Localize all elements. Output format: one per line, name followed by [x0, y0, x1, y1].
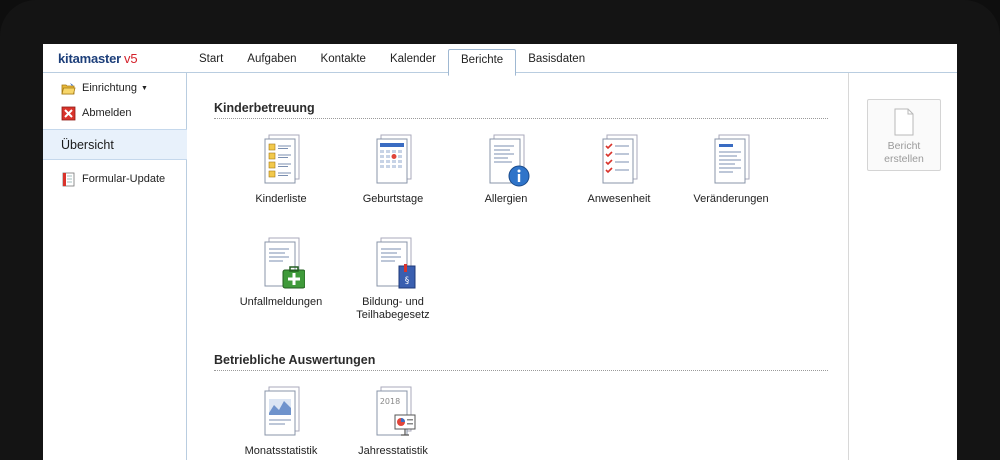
allergies-info-icon	[484, 133, 530, 189]
report-tile-kinderliste[interactable]: Kinderliste	[229, 133, 333, 223]
report-tile-allergien[interactable]: Allergien	[454, 133, 558, 223]
tab-aufgaben[interactable]: Aufgaben	[235, 44, 308, 71]
attendance-checklist-icon	[597, 133, 643, 189]
section-title-betrieb: Betriebliche Auswertungen	[214, 353, 376, 367]
svg-text:§: §	[405, 276, 410, 286]
report-label: Veränderungen	[693, 193, 769, 205]
report-label: Anwesenheit	[587, 193, 651, 205]
top-bar: kitamaster v5 Start Aufgaben Kontakte Kal…	[43, 44, 957, 76]
law-book-icon: §	[371, 236, 417, 292]
report-tile-anwesenheit[interactable]: Anwesenheit	[567, 133, 671, 223]
dropdown-caret-icon: ▼	[141, 84, 148, 92]
section-title-kinderbetreuung: Kinderbetreuung	[214, 101, 315, 115]
tab-basisdaten[interactable]: Basisdaten	[516, 44, 597, 71]
form-document-icon	[61, 172, 76, 187]
sidebar-item-setup[interactable]: Einrichtung ▼	[61, 79, 148, 97]
report-tile-unfallmeldungen[interactable]: Unfallmeldungen	[229, 236, 333, 326]
sidebar-item-logout[interactable]: Abmelden	[61, 104, 132, 122]
sidebar-overview-label: Übersicht	[61, 138, 114, 152]
report-label: Allergien	[484, 193, 528, 205]
tab-start[interactable]: Start	[187, 44, 235, 71]
app-window: kitamaster v5 Start Aufgaben Kontakte Kal…	[43, 44, 957, 460]
yearly-presentation-icon: 2018	[371, 385, 417, 441]
blank-document-icon	[894, 108, 914, 136]
report-label: Unfallmeldungen	[239, 296, 323, 308]
report-tile-geburtstage[interactable]: Geburtstage	[341, 133, 445, 223]
report-tile-monatsstatistik[interactable]: Monatsstatistik	[229, 385, 333, 460]
report-label: Jahresstatistik	[358, 445, 428, 457]
report-tile-veraenderungen[interactable]: Veränderungen	[679, 133, 783, 223]
reports-panel: Kinderbetreuung Kinderliste Geburtstage …	[187, 73, 848, 460]
children-list-icon	[259, 133, 305, 189]
main-tabs: Start Aufgaben Kontakte Kalender Bericht…	[187, 44, 597, 76]
app-logo: kitamaster v5	[58, 51, 138, 66]
report-label: Bildung- und Teilhabegesetz	[356, 296, 430, 321]
section-divider	[214, 118, 828, 119]
tab-kalender[interactable]: Kalender	[378, 44, 448, 71]
tab-berichte[interactable]: Berichte	[448, 49, 517, 76]
report-tile-jahresstatistik[interactable]: 2018 Jahresstatistik	[341, 385, 445, 460]
sidebar: Einrichtung ▼ Abmelden Übersicht Formula…	[43, 73, 187, 460]
section-divider	[214, 370, 828, 371]
sidebar-item-overview[interactable]: Übersicht	[43, 129, 187, 160]
report-label: Geburtstage	[362, 193, 424, 205]
changes-document-icon	[709, 133, 755, 189]
tab-kontakte[interactable]: Kontakte	[309, 44, 378, 71]
folder-open-icon	[61, 81, 76, 96]
first-aid-kit-icon	[259, 236, 306, 292]
svg-text:2018: 2018	[380, 397, 400, 406]
sidebar-form-update-label: Formular-Update	[82, 173, 166, 185]
create-report-button[interactable]: Bericht erstellen	[867, 99, 941, 171]
sidebar-logout-label: Abmelden	[82, 107, 132, 119]
report-label: Monatsstatistik	[244, 445, 318, 457]
sidebar-item-form-update[interactable]: Formular-Update	[61, 170, 165, 188]
create-report-label: Bericht erstellen	[884, 140, 924, 165]
birthdays-icon	[371, 133, 417, 189]
monthly-chart-icon	[259, 385, 305, 441]
report-tile-bildung-teilhabe[interactable]: § Bildung- und Teilhabegesetz	[341, 236, 445, 326]
sidebar-setup-label: Einrichtung	[82, 82, 138, 94]
close-red-icon	[61, 106, 76, 121]
panel-divider	[848, 73, 849, 460]
report-label: Kinderliste	[255, 193, 307, 205]
